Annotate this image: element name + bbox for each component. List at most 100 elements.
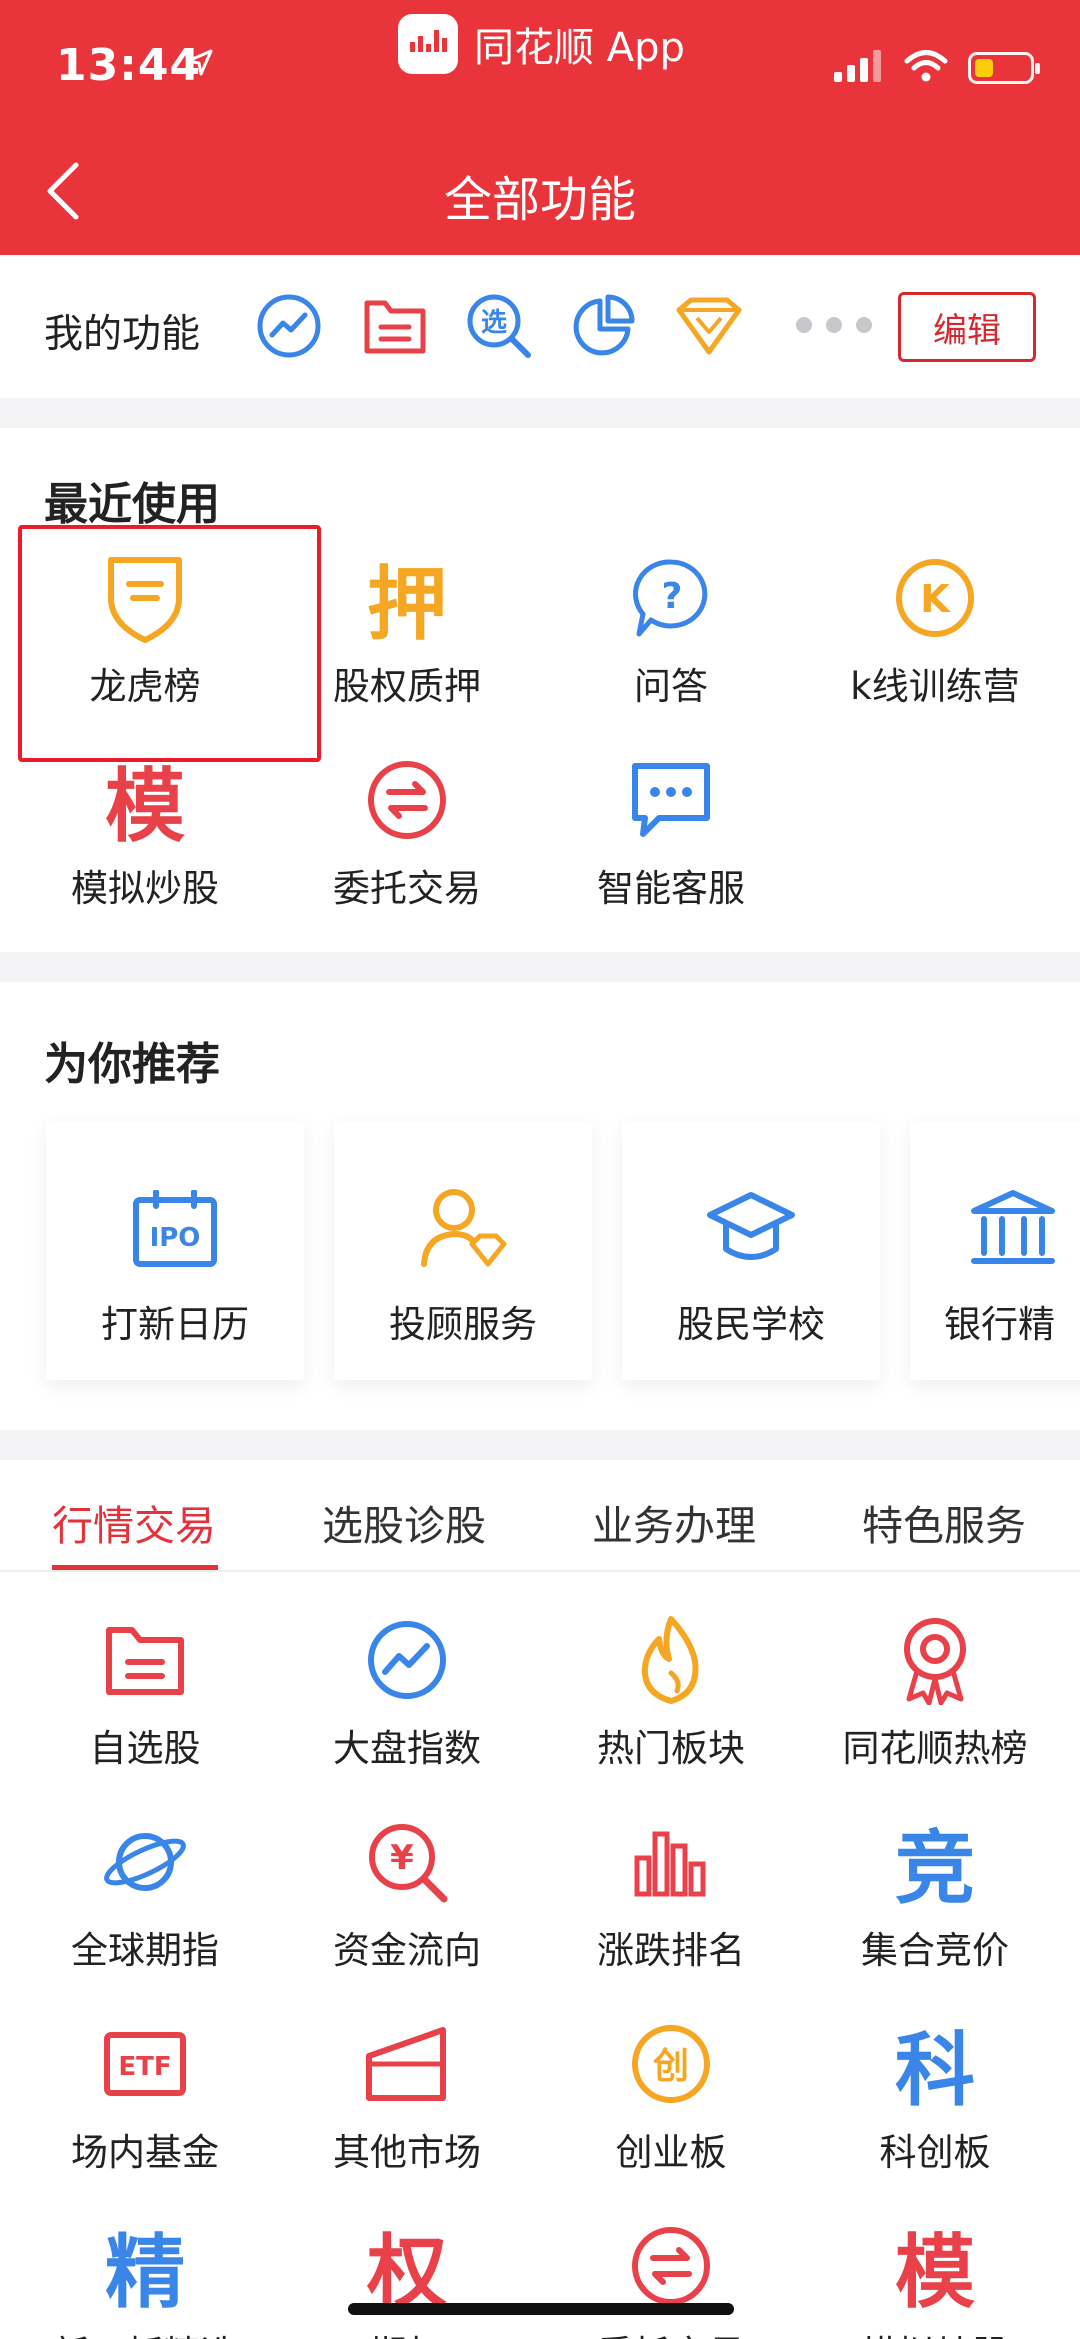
- simulate-icon: 模: [105, 760, 185, 853]
- status-time: 13:44: [56, 40, 202, 91]
- recent-item-smart-service[interactable]: 智能客服: [536, 750, 806, 912]
- grid-item-fund-flow[interactable]: ¥ 资金流向: [272, 1812, 542, 1974]
- recommend-item-label: 银行精: [944, 1303, 1055, 1346]
- grid-item-label: 大盘指数: [333, 1727, 481, 1770]
- grid-item-call-auction[interactable]: 竞 集合竞价: [800, 1812, 1070, 1974]
- more-dots-icon[interactable]: [796, 317, 872, 333]
- recent-item-label: 模拟炒股: [71, 867, 219, 910]
- folder-list-icon: [10, 1610, 280, 1710]
- battery-icon: [968, 52, 1040, 84]
- grid-item-star-market[interactable]: 科 科创板: [800, 2014, 1070, 2176]
- grid-item-other-markets[interactable]: 其他市场: [272, 2014, 542, 2176]
- recent-item-equity-pledge[interactable]: 押 股权质押: [272, 548, 542, 710]
- other-market-icon: [272, 2014, 542, 2114]
- chuang-coin-icon: 创: [536, 2014, 806, 2114]
- source-app-name: 同花顺 App: [474, 25, 685, 71]
- recommend-section: 为你推荐 IPO 打新日历 投顾服务 股民学校 银行精: [0, 982, 1080, 1430]
- svg-text:¥: ¥: [390, 1838, 414, 1878]
- svg-text:K: K: [920, 577, 951, 621]
- home-indicator[interactable]: [348, 2303, 734, 2315]
- exchange-icon: [536, 2216, 806, 2316]
- recommend-item-advisor[interactable]: 投顾服务: [334, 1122, 592, 1380]
- grid-item-label: 场内基金: [71, 2131, 219, 2174]
- recent-item-label: 股权质押: [333, 665, 481, 708]
- ipo-calendar-icon: IPO: [46, 1174, 304, 1284]
- grid-item-watchlist[interactable]: 自选股: [10, 1610, 280, 1772]
- wifi-icon: [904, 50, 948, 86]
- recent-item-label: 问答: [634, 665, 708, 708]
- trend-chart-icon: [272, 1610, 542, 1710]
- grid-item-neeq-select[interactable]: 精 新三板精选: [10, 2216, 280, 2339]
- grid-item-label: 同花顺热榜: [842, 1727, 1028, 1770]
- trend-chart-icon[interactable]: [254, 291, 324, 361]
- pledge-icon: 押: [367, 558, 447, 651]
- recent-item-label: 委托交易: [333, 867, 481, 910]
- tab-stock-picking[interactable]: 选股诊股: [322, 1492, 486, 1552]
- tab-special-service[interactable]: 特色服务: [862, 1492, 1026, 1552]
- recommend-item-school[interactable]: 股民学校: [622, 1122, 880, 1380]
- tab-business[interactable]: 业务办理: [592, 1492, 756, 1552]
- grid-item-chinext[interactable]: 创 创业板: [536, 2014, 806, 2176]
- diamond-icon[interactable]: [674, 291, 744, 361]
- edit-button[interactable]: 编辑: [898, 292, 1036, 362]
- grid-item-label: 模拟炒股: [800, 2324, 1070, 2339]
- recent-item-dragon-tiger[interactable]: 龙虎榜: [10, 548, 280, 710]
- svg-text:选: 选: [481, 308, 507, 338]
- grid-item-ths-hot-list[interactable]: 同花顺热榜: [800, 1610, 1070, 1772]
- grid-item-hot-sectors[interactable]: 热门板块: [536, 1610, 806, 1772]
- ke-icon: 科: [895, 2024, 975, 2117]
- grid-item-label: 科创板: [879, 2131, 991, 2174]
- grid-item-entrust-trade[interactable]: 委托交易: [536, 2216, 806, 2339]
- stock-select-icon[interactable]: 选: [464, 291, 534, 361]
- grid-item-label: 其他市场: [333, 2131, 481, 2174]
- recommend-title: 为你推荐: [44, 1039, 220, 1090]
- etf-icon: ETF: [10, 2014, 280, 2114]
- recent-section: 最近使用 龙虎榜 押 股权质押 ? 问答 K k线训练营 模 模拟炒股 委托交易: [0, 428, 1080, 952]
- quan-icon: 权: [367, 2226, 447, 2319]
- bid-icon: 竞: [895, 1822, 975, 1915]
- grid-item-label: 自选股: [89, 1727, 201, 1770]
- recent-item-k-training[interactable]: K k线训练营: [800, 548, 1070, 710]
- money-search-icon: ¥: [272, 1812, 542, 1912]
- svg-text:IPO: IPO: [150, 1223, 201, 1253]
- grid-item-etf[interactable]: ETF 场内基金: [10, 2014, 280, 2176]
- header-bar: 13:44 同花顺 App 全部功能: [0, 0, 1080, 255]
- tab-market-trading[interactable]: 行情交易: [52, 1492, 216, 1552]
- recent-item-label: k线训练营: [850, 665, 1020, 708]
- page-title: 全部功能: [443, 172, 636, 228]
- recommend-item-ipo[interactable]: IPO 打新日历: [46, 1122, 304, 1380]
- grid-item-label: 全球期指: [71, 1929, 219, 1972]
- planet-icon: [10, 1812, 280, 1912]
- recent-item-entrust[interactable]: 委托交易: [272, 750, 542, 912]
- question-bubble-icon: ?: [536, 548, 806, 648]
- svg-text:?: ?: [662, 576, 683, 617]
- recent-item-label: 智能客服: [597, 867, 745, 910]
- pie-chart-icon[interactable]: [568, 291, 638, 361]
- my-functions-bar: 我的功能 选 编辑: [0, 255, 1080, 398]
- recent-item-simulate[interactable]: 模 模拟炒股: [10, 750, 280, 912]
- recommend-item-label: 股民学校: [677, 1303, 825, 1346]
- grid-item-label: 集合竞价: [861, 1929, 1009, 1972]
- recent-item-qa[interactable]: ? 问答: [536, 548, 806, 710]
- grid-item-label: 创业板: [615, 2131, 727, 2174]
- grid-item-index[interactable]: 大盘指数: [272, 1610, 542, 1772]
- grid-item-rankings[interactable]: 涨跌排名: [536, 1812, 806, 1974]
- recommend-item-label: 打新日历: [101, 1303, 249, 1346]
- grid-item-global-futures[interactable]: 全球期指: [10, 1812, 280, 1974]
- bank-icon: [964, 1174, 1080, 1284]
- bar-chart-icon: [536, 1812, 806, 1912]
- recent-item-label: 龙虎榜: [89, 665, 201, 708]
- grid-item-options[interactable]: 权 期权: [272, 2216, 542, 2339]
- graduation-cap-icon: [622, 1174, 880, 1284]
- folder-list-icon[interactable]: [360, 291, 430, 361]
- location-arrow-icon: [184, 48, 214, 82]
- cellular-signal-icon: [834, 50, 884, 86]
- category-section: 行情交易 选股诊股 业务办理 特色服务 自选股 大盘指数 热门板块 同花顺热榜 …: [0, 1460, 1080, 2339]
- grid-item-label: 资金流向: [333, 1929, 481, 1972]
- grid-item-label: 新三板精选: [10, 2324, 280, 2339]
- recommend-item-bank[interactable]: 银行精: [910, 1122, 1080, 1380]
- source-app-pill[interactable]: 同花顺 App: [398, 14, 685, 74]
- grid-item-simulate-trading[interactable]: 模 模拟炒股: [800, 2216, 1070, 2339]
- app-logo-icon: [398, 14, 458, 74]
- k-coin-icon: K: [800, 548, 1070, 648]
